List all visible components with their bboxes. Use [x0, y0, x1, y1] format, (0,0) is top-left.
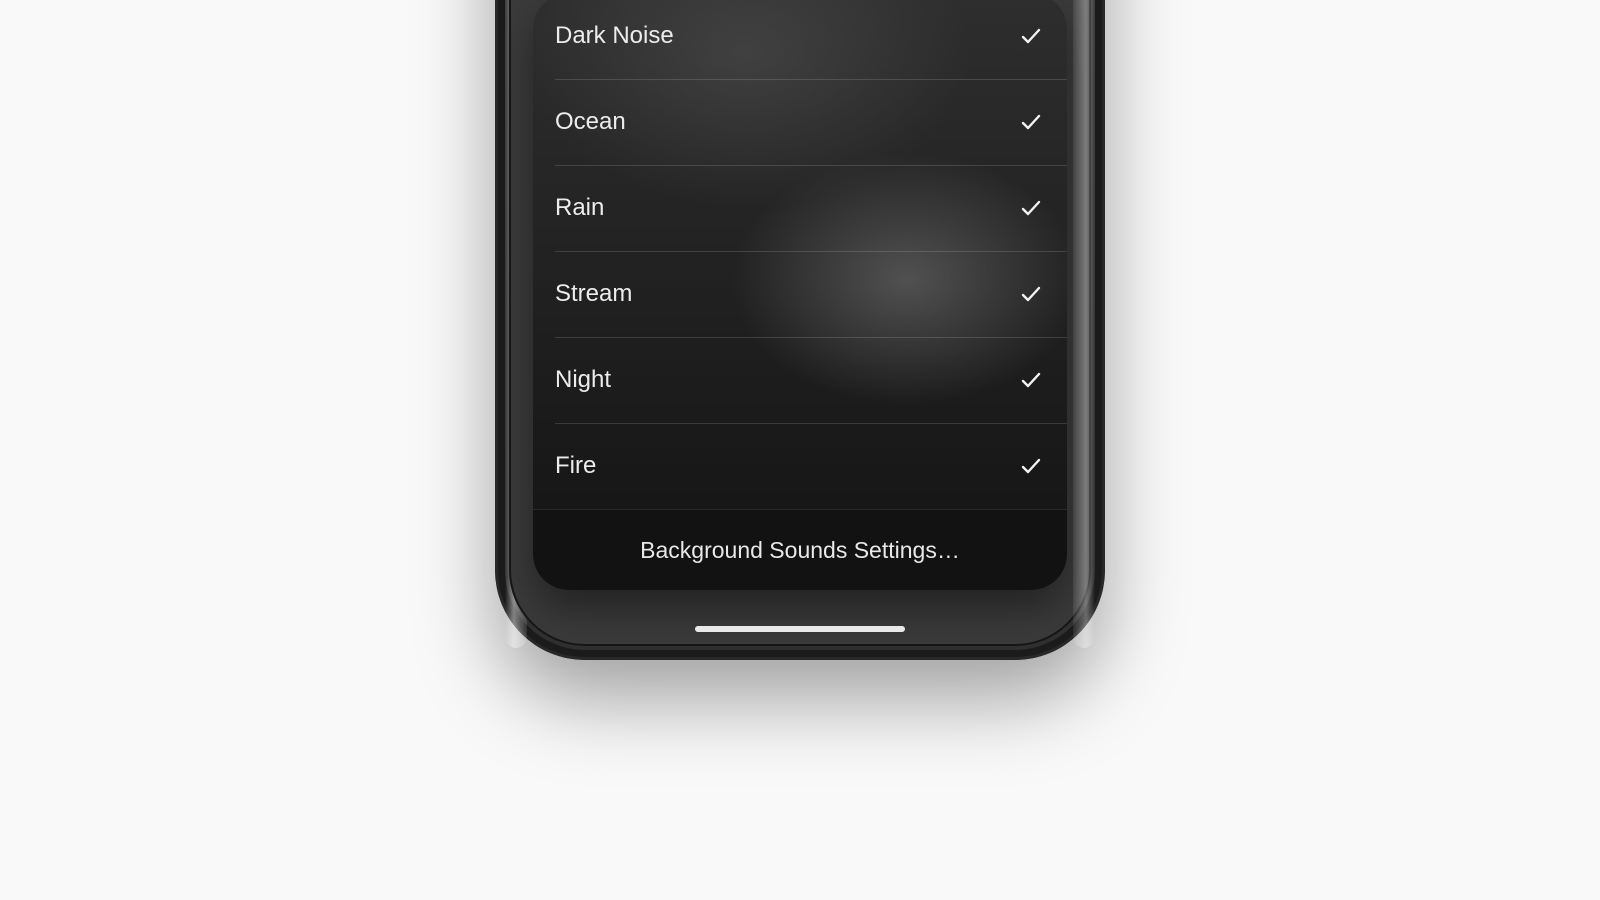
checkmark-icon	[1017, 194, 1045, 222]
sound-option-label: Fire	[555, 452, 596, 480]
checkmark-icon	[1017, 108, 1045, 136]
sound-option-label: Ocean	[555, 108, 626, 136]
checkmark-icon	[1017, 22, 1045, 50]
background-sounds-card: Dark Noise Ocean Rain	[533, 0, 1067, 590]
sound-option-stream[interactable]: Stream	[533, 251, 1067, 337]
sound-list: Dark Noise Ocean Rain	[533, 0, 1067, 509]
sound-option-label: Rain	[555, 194, 604, 222]
sound-option-fire[interactable]: Fire	[533, 423, 1067, 509]
sound-option-night[interactable]: Night	[533, 337, 1067, 423]
phone-frame: Dark Noise Ocean Rain	[495, 0, 1105, 660]
sound-option-dark-noise[interactable]: Dark Noise	[533, 0, 1067, 79]
sound-option-ocean[interactable]: Ocean	[533, 79, 1067, 165]
sound-option-label: Night	[555, 366, 611, 394]
checkmark-icon	[1017, 280, 1045, 308]
sound-option-rain[interactable]: Rain	[533, 165, 1067, 251]
settings-label: Background Sounds Settings…	[640, 537, 960, 564]
checkmark-icon	[1017, 452, 1045, 480]
sound-option-label: Dark Noise	[555, 22, 674, 50]
background-sounds-settings-button[interactable]: Background Sounds Settings…	[533, 509, 1067, 590]
home-indicator[interactable]	[695, 626, 905, 632]
checkmark-icon	[1017, 366, 1045, 394]
stage: Dark Noise Ocean Rain	[0, 0, 1600, 900]
phone-screen: Dark Noise Ocean Rain	[509, 0, 1091, 646]
sound-option-label: Stream	[555, 280, 632, 308]
